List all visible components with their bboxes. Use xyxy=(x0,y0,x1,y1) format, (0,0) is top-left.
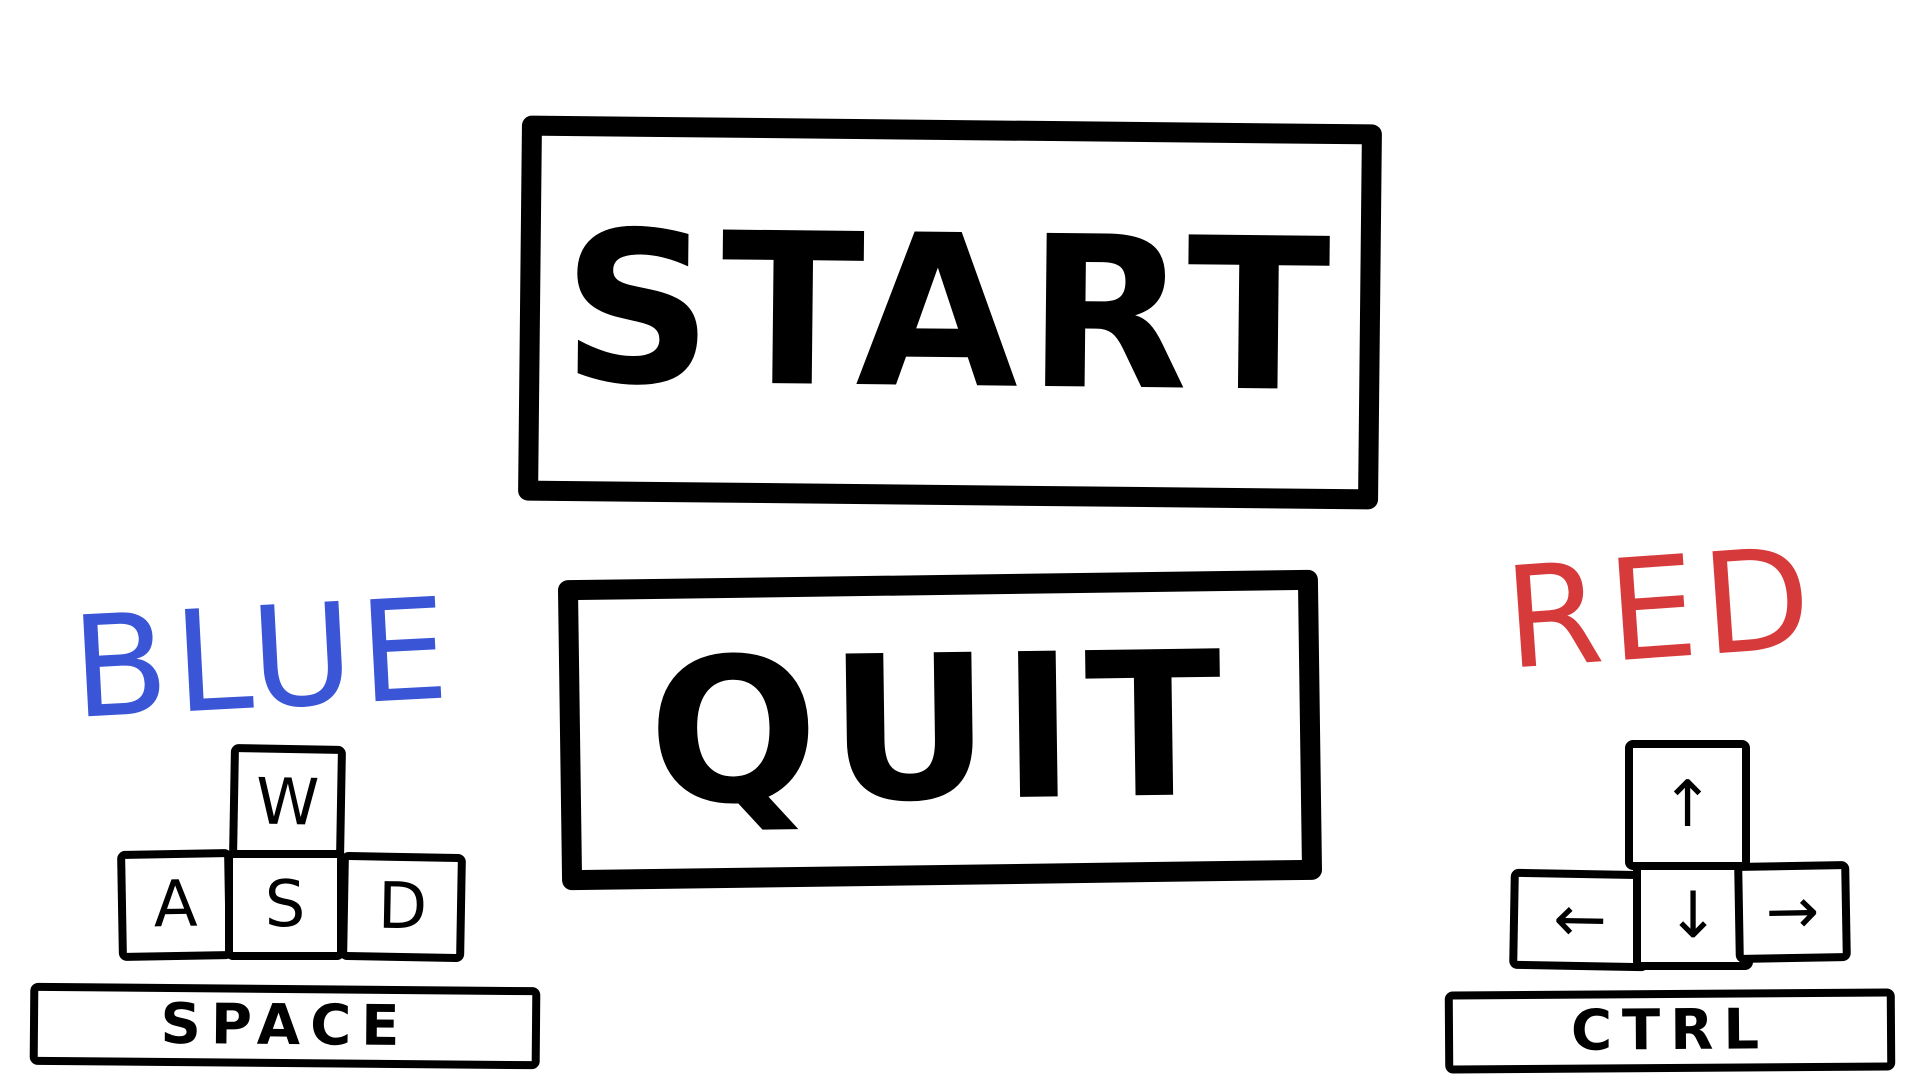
start-button-label: START xyxy=(560,185,1340,439)
blue-key-right: D xyxy=(339,851,466,963)
red-player-title: RED xyxy=(1499,517,1822,702)
blue-key-left: A xyxy=(117,849,234,961)
blue-key-up-label: W xyxy=(255,764,320,841)
quit-button-label: QUIT xyxy=(646,608,1234,851)
start-button[interactable]: START xyxy=(518,115,1382,510)
arrow-down-icon: ↓ xyxy=(1666,879,1720,953)
red-key-action-label: CTRL xyxy=(1570,997,1770,1064)
main-menu-screen: START QUIT BLUE W A S D SPACE RED ↑ ← ↓ … xyxy=(0,0,1920,1080)
red-key-left: ← xyxy=(1509,868,1651,972)
blue-key-down: S xyxy=(225,850,345,960)
arrow-left-icon: ← xyxy=(1552,882,1608,958)
blue-key-action-label: SPACE xyxy=(160,991,410,1060)
blue-key-right-label: D xyxy=(377,869,428,945)
blue-key-action: SPACE xyxy=(29,982,541,1070)
arrow-up-icon: ↑ xyxy=(1660,768,1715,842)
arrow-right-icon: → xyxy=(1765,874,1820,950)
blue-player-title: BLUE xyxy=(67,568,458,751)
blue-key-up: W xyxy=(229,744,346,861)
red-key-action: CTRL xyxy=(1444,988,1896,1074)
red-key-right: → xyxy=(1734,861,1851,963)
blue-key-down-label: S xyxy=(264,868,306,942)
quit-button[interactable]: QUIT xyxy=(557,569,1323,891)
red-key-up: ↑ xyxy=(1625,740,1750,870)
blue-key-left-label: A xyxy=(152,867,199,943)
